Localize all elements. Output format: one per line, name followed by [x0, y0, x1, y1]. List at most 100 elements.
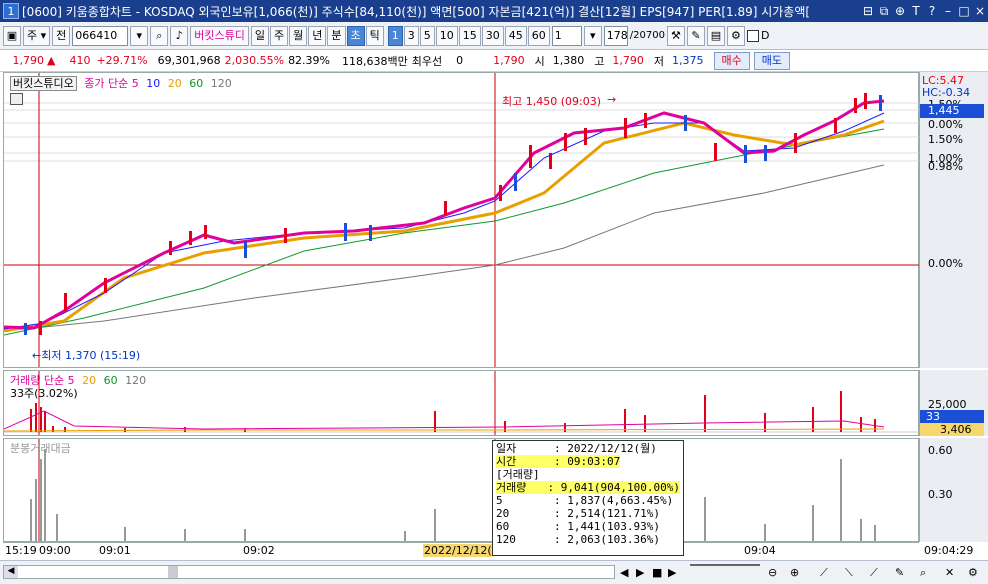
interval-tab[interactable]: 일: [250, 25, 270, 46]
interval-tab[interactable]: 월: [289, 25, 308, 46]
volume-chart-panel[interactable]: 거래량 단순 5 20 60 120 33주(3.02%): [3, 370, 920, 436]
interval-tab[interactable]: 초: [346, 25, 365, 46]
prev-button[interactable]: 전: [52, 25, 71, 46]
volume-bar: [840, 391, 842, 432]
interval-tab[interactable]: 틱: [365, 25, 384, 46]
axis-label-5: 0.98%: [928, 160, 963, 173]
tooltip-value: : 9,041(904,100.00%): [547, 481, 680, 494]
interval-tab[interactable]: 년: [308, 25, 327, 46]
candle: [854, 98, 857, 113]
d-checkbox[interactable]: [746, 29, 759, 42]
code-dropdown-icon[interactable]: ▾: [130, 25, 149, 46]
stop-icon[interactable]: ■: [652, 566, 662, 579]
amount-chart-panel[interactable]: 분봉거래대금: [3, 438, 919, 542]
low-price: 1,375: [672, 54, 704, 67]
time-label: 09:04: [744, 544, 776, 557]
low-label: 저: [653, 54, 664, 68]
candle: [879, 95, 882, 111]
tool-icon[interactable]: ⚒: [666, 25, 685, 46]
sell-button[interactable]: 매도: [753, 51, 790, 70]
fibo-tool-icon[interactable]: ⟋: [870, 566, 878, 580]
interval-tab[interactable]: 주: [270, 25, 289, 46]
time-label: 15:19: [5, 544, 37, 557]
gear-icon[interactable]: ⚙: [726, 25, 745, 46]
layout-icon[interactable]: ▣: [3, 25, 21, 46]
count-input[interactable]: 178: [603, 25, 628, 46]
period-select[interactable]: 주 ▾: [23, 25, 51, 46]
volume-pct: 2,030.55%: [224, 54, 285, 67]
stock-name-button[interactable]: 버킷스튜디: [190, 25, 249, 46]
drawing-tool-icon[interactable]: ⟋: [820, 566, 828, 580]
tooltip-value: : 2,063(103.36%): [554, 533, 660, 546]
grid-icon[interactable]: [10, 93, 23, 105]
tooltip-row: 거래량: 9,041(904,100.00%): [496, 481, 680, 494]
price-chart-svg: [4, 73, 920, 367]
magnifier-icon[interactable]: ⌕: [920, 566, 926, 580]
scroll-thumb[interactable]: [168, 566, 178, 578]
buy-button[interactable]: 매수: [713, 51, 750, 70]
help-icon[interactable]: ?: [924, 4, 940, 18]
volume-bar: [64, 427, 66, 432]
candle: [204, 225, 207, 239]
crosshair-icon[interactable]: ✕: [945, 566, 954, 579]
step-tab[interactable]: 3: [403, 25, 419, 46]
maximize-icon[interactable]: □: [956, 4, 972, 18]
step-tab[interactable]: 60: [527, 25, 550, 46]
candle: [24, 323, 27, 335]
candle: [764, 145, 767, 161]
sound-icon[interactable]: ♪: [170, 25, 189, 46]
pin-icon[interactable]: ⊕: [892, 4, 908, 18]
unit-dropdown-icon[interactable]: ▾: [583, 25, 602, 46]
horizontal-scrollbar[interactable]: ◀: [3, 565, 615, 579]
line-tool-icon[interactable]: ⟍: [845, 566, 853, 580]
save-icon[interactable]: ▤: [706, 25, 725, 46]
pen-tool-icon[interactable]: ✎: [895, 566, 904, 579]
amount-legend: 분봉거래대금: [10, 442, 71, 455]
copy-icon[interactable]: ⧉: [876, 4, 892, 19]
stock-code-input[interactable]: 066410: [72, 25, 129, 46]
unit-input[interactable]: 1: [551, 25, 582, 46]
step-tab[interactable]: 30: [481, 25, 504, 46]
tooltip-row: 5: 1,837(4,663.45%): [496, 494, 680, 507]
volume-value: 69,301,968: [157, 54, 221, 67]
draw-icon[interactable]: ✎: [686, 25, 705, 46]
scroll-left-icon[interactable]: ◀: [4, 566, 18, 578]
scroll-right-button-icon[interactable]: ▶: [636, 566, 644, 579]
scroll-left-button-icon[interactable]: ◀: [620, 566, 628, 579]
low-annotation: ←최저 1,370 (15:19): [32, 349, 141, 362]
candle: [244, 241, 247, 258]
amount-bar: [56, 514, 58, 541]
amount-bar: [40, 459, 42, 541]
candle: [344, 223, 347, 241]
candle: [794, 133, 797, 153]
tooltip-value: : 1,837(4,663.45%): [554, 494, 674, 507]
step-tab[interactable]: 45: [504, 25, 527, 46]
zoom-in-icon[interactable]: ⊕: [790, 566, 799, 579]
volume-bar: [184, 427, 186, 432]
time-label: 09:02: [243, 544, 275, 557]
interval-tab[interactable]: 분: [327, 25, 346, 46]
link-icon[interactable]: ⊟: [860, 4, 876, 18]
zoom-slider[interactable]: [690, 564, 760, 566]
price-legend: 버킷스튜디오 종가 단순 5 10 20 60 120: [10, 75, 232, 91]
candle: [644, 113, 647, 128]
zoom-out-icon[interactable]: ⊖: [768, 566, 777, 579]
price-chart-panel[interactable]: 버킷스튜디오 종가 단순 5 10 20 60 120 최고 1,450 (09…: [3, 72, 920, 368]
high-label: 고: [594, 54, 605, 68]
font-icon[interactable]: T: [908, 4, 924, 18]
step-tab[interactable]: 15: [458, 25, 481, 46]
settings-icon[interactable]: ⚙: [968, 566, 978, 579]
step-tab[interactable]: 5: [419, 25, 435, 46]
search-icon[interactable]: ⌕: [150, 25, 169, 46]
tooltip-key: 120: [496, 533, 516, 546]
step-tab[interactable]: 10: [435, 25, 458, 46]
close-icon[interactable]: ×: [972, 4, 988, 18]
play-icon[interactable]: ▶: [668, 566, 676, 579]
ma60-line: [4, 128, 885, 336]
volume-current-tag: 33: [920, 410, 984, 423]
step-tab[interactable]: 1: [387, 25, 403, 46]
minimize-icon[interactable]: –: [940, 4, 956, 18]
count-total: /20700: [629, 30, 665, 41]
amount-bar: [44, 449, 46, 541]
volume-bar: [812, 407, 814, 432]
